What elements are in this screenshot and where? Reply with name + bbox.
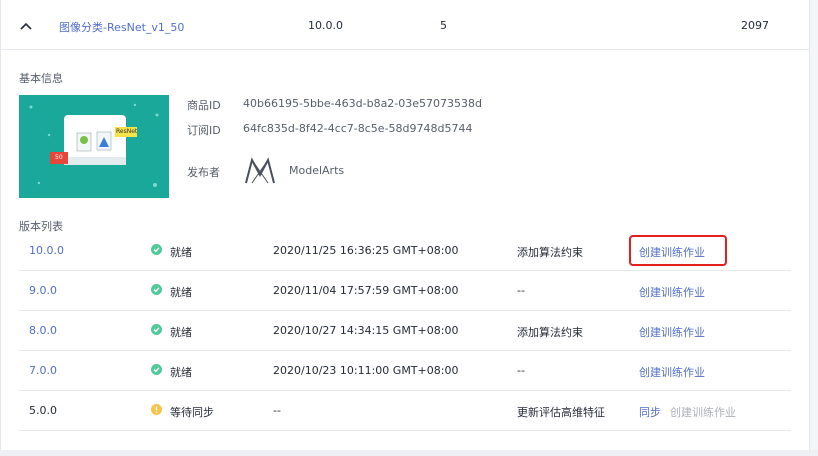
summary-count: 5 <box>440 19 447 32</box>
modelarts-logo-icon <box>243 157 277 185</box>
version-constraint: -- <box>517 364 525 377</box>
version-row: 7.0.0 就绪 2020/10/23 10:11:00 GMT+08:00 -… <box>19 351 791 391</box>
ready-status-icon <box>151 244 162 255</box>
thumbnail-badge-50: 50 <box>55 154 63 161</box>
ready-status-icon <box>151 364 162 375</box>
subscription-id-label: 订阅ID <box>187 124 221 137</box>
create-training-job-link[interactable]: 创建训练作业 <box>639 364 705 380</box>
version-link[interactable]: 10.0.0 <box>29 244 64 257</box>
version-row: 5.0.0 等待同步 -- 更新评估高维特征 同步 创建训练作业 <box>19 391 791 431</box>
version-constraint: 添加算法约束 <box>517 326 583 339</box>
publisher-name: ModelArts <box>289 164 345 177</box>
algorithm-thumbnail: ResNet 50 <box>19 95 169 198</box>
version-time: 2020/10/27 14:34:15 GMT+08:00 <box>273 324 459 337</box>
version-status: 等待同步 <box>170 406 214 419</box>
version-constraint: 添加算法约束 <box>517 246 583 259</box>
bottom-edge <box>0 450 818 456</box>
ready-status-icon <box>151 284 162 295</box>
create-training-job-link-disabled[interactable]: 创建训练作业 <box>670 404 736 420</box>
version-status: 就绪 <box>170 326 192 339</box>
summary-row[interactable]: 图像分类-ResNet_v1_50 10.0.0 5 2097 <box>1 0 811 50</box>
version-time: 2020/11/25 16:36:25 GMT+08:00 <box>273 244 459 257</box>
summary-number: 2097 <box>741 19 769 32</box>
summary-version: 10.0.0 <box>308 19 343 32</box>
version-time: 2020/10/23 10:11:00 GMT+08:00 <box>273 364 459 377</box>
version-row: 9.0.0 就绪 2020/11/04 17:57:59 GMT+08:00 -… <box>19 271 791 311</box>
version-time: -- <box>273 404 281 417</box>
version-status: 就绪 <box>170 246 192 259</box>
basic-info-title: 基本信息 <box>19 72 63 85</box>
subscription-id-value: 64fc835d-8f42-4cc7-8c5e-58d9748d5744 <box>243 122 473 135</box>
version-time: 2020/11/04 17:57:59 GMT+08:00 <box>273 284 459 297</box>
pending-status-icon <box>151 404 162 415</box>
sync-link[interactable]: 同步 <box>639 404 661 420</box>
highlight-box <box>629 235 727 266</box>
scroll-edge <box>810 0 818 456</box>
algorithm-name-link[interactable]: 图像分类-ResNet_v1_50 <box>59 19 184 35</box>
create-training-job-link[interactable]: 创建训练作业 <box>639 284 705 300</box>
ready-status-icon <box>151 324 162 335</box>
create-training-job-link[interactable]: 创建训练作业 <box>639 324 705 340</box>
version-constraint: -- <box>517 284 525 297</box>
version-link[interactable]: 8.0.0 <box>29 324 57 337</box>
version-link[interactable]: 9.0.0 <box>29 284 57 297</box>
version-row: 8.0.0 就绪 2020/10/27 14:34:15 GMT+08:00 添… <box>19 311 791 351</box>
thumbnail-badge-resnet: ResNet <box>116 128 138 135</box>
algorithm-detail-panel: 图像分类-ResNet_v1_50 10.0.0 5 2097 基本信息 Res… <box>0 0 811 452</box>
product-id-value: 40b66195-5bbe-463d-b8a2-03e57073538d <box>243 97 483 110</box>
publisher-label: 发布者 <box>187 166 220 179</box>
version-status: 就绪 <box>170 366 192 379</box>
chevron-up-icon[interactable] <box>19 19 33 33</box>
page: 图像分类-ResNet_v1_50 10.0.0 5 2097 基本信息 Res… <box>0 0 818 456</box>
version-label: 5.0.0 <box>29 404 57 417</box>
product-id-label: 商品ID <box>187 99 221 112</box>
version-status: 就绪 <box>170 286 192 299</box>
version-constraint: 更新评估高维特征 <box>517 406 605 419</box>
version-link[interactable]: 7.0.0 <box>29 364 57 377</box>
